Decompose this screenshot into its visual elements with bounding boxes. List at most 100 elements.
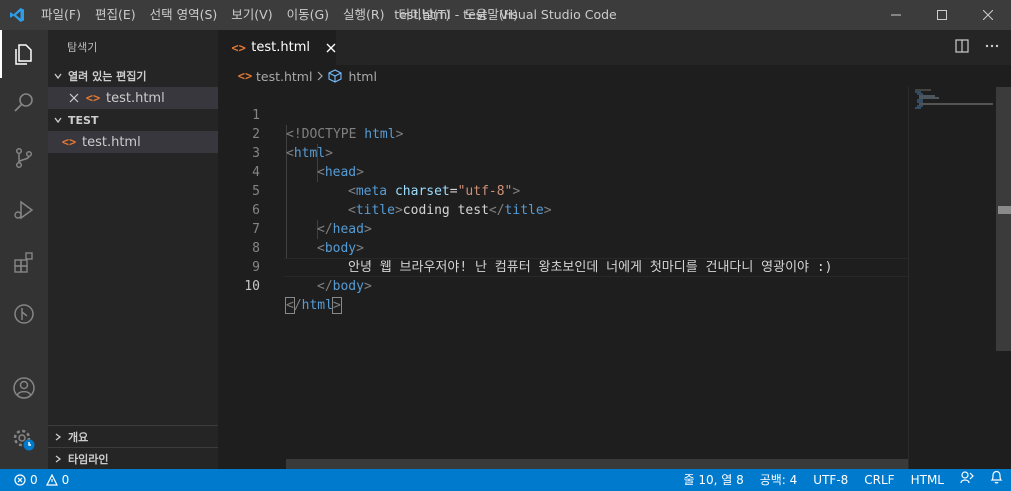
extensions-icon [14, 252, 33, 273]
source-control-button[interactable] [0, 134, 48, 182]
more-actions-button[interactable] [985, 39, 999, 57]
outline-label: 개요 [68, 431, 89, 444]
open-editors-label: 열려 있는 편집기 [68, 70, 147, 83]
feedback-button[interactable] [952, 469, 982, 491]
code-line: 7 <body> [218, 201, 908, 256]
maximize-button[interactable] [919, 0, 965, 30]
title-bar: 파일(F) 편집(E) 선택 영역(S) 보기(V) 이동(G) 실행(R) 터… [0, 0, 1011, 30]
split-editor-button[interactable] [955, 38, 969, 57]
source-control-icon [15, 147, 33, 169]
folder-label: TEST [68, 113, 99, 127]
notifications-button[interactable] [982, 469, 1011, 491]
code-line: 9 </body> [218, 239, 908, 294]
breadcrumb-file[interactable]: test.html [256, 69, 312, 84]
minimap[interactable] [908, 87, 996, 469]
code-line: 3 <head> [218, 125, 908, 180]
html-file-icon: <> [61, 135, 77, 149]
close-icon [326, 43, 336, 52]
minimize-button[interactable] [873, 0, 919, 30]
code-line: 5 <title>coding test</title> [218, 163, 908, 218]
code-line: 2 <html> [218, 106, 908, 161]
minimize-icon [891, 14, 901, 16]
file-tree-item[interactable]: <> test.html [48, 131, 218, 153]
tab-label: test.html [251, 40, 310, 55]
menu-bar: 파일(F) 편집(E) 선택 영역(S) 보기(V) 이동(G) 실행(R) 터… [34, 0, 525, 30]
warning-count: 0 [61, 473, 70, 487]
menu-go[interactable]: 이동(G) [280, 0, 336, 30]
warning-icon [45, 474, 58, 486]
account-button[interactable] [0, 364, 48, 412]
line-ending[interactable]: CRLF [856, 469, 902, 491]
error-icon [14, 474, 26, 486]
explorer-button[interactable] [0, 30, 48, 78]
menu-file[interactable]: 파일(F) [34, 0, 88, 30]
symbol-cube-icon [328, 69, 343, 83]
code-line: 1 <!DOCTYPE html> [218, 87, 908, 142]
active-indicator [0, 30, 2, 78]
timeline-header[interactable]: 타임라인 [48, 448, 218, 470]
outline-section: 개요 [48, 425, 218, 448]
timeline-label: 타임라인 [68, 453, 109, 466]
tab-close-button[interactable] [326, 43, 336, 53]
error-count: 0 [30, 473, 38, 487]
menu-terminal[interactable]: 터미널(T) [392, 0, 458, 30]
close-editor-button[interactable] [64, 93, 84, 103]
language-mode[interactable]: HTML [903, 469, 952, 491]
editor-actions [955, 30, 999, 65]
manage-gear-icon [13, 429, 35, 451]
chevron-down-icon [48, 115, 68, 125]
account-icon [13, 377, 35, 399]
menu-run[interactable]: 실행(R) [336, 0, 391, 30]
indentation[interactable]: 공백: 4 [752, 469, 806, 491]
close-icon [69, 93, 79, 103]
split-editor-icon [955, 38, 969, 53]
breadcrumb: <> test.html html [218, 65, 1011, 87]
chevron-down-icon [48, 71, 68, 81]
menu-edit[interactable]: 편집(E) [88, 0, 143, 30]
search-button[interactable] [0, 78, 48, 126]
status-right: 줄 10, 열 8 공백: 4 UTF-8 CRLF HTML [675, 469, 1011, 491]
folder-header[interactable]: TEST [48, 109, 218, 131]
open-editor-item[interactable]: <> test.html [48, 87, 218, 109]
html-file-icon: <> [85, 91, 101, 105]
cursor-position[interactable]: 줄 10, 열 8 [675, 469, 751, 491]
code-line: 10 </html> [218, 258, 908, 314]
explorer-sidebar: 탐색기 열려 있는 편집기 <> test.html TEST <> test.… [48, 30, 218, 469]
open-editor-filename: test.html [106, 90, 165, 106]
close-window-button[interactable] [965, 0, 1011, 30]
run-debug-icon [14, 200, 34, 220]
status-bar: 0 0 줄 10, 열 8 공백: 4 UTF-8 CRLF HTML [0, 469, 1011, 491]
menu-selection[interactable]: 선택 영역(S) [143, 0, 225, 30]
activity-bar [0, 30, 48, 469]
more-icon [985, 44, 999, 47]
scrollbar-cursor-marker [998, 206, 1011, 214]
run-debug-button[interactable] [0, 186, 48, 234]
menu-help[interactable]: 도움말(H) [457, 0, 525, 30]
chevron-right-icon [48, 454, 68, 464]
code-editor[interactable]: 1 <!DOCTYPE html> 2 <html> 3 <head> 4 <m… [218, 87, 1011, 469]
explorer-icon [15, 44, 32, 65]
html-close-tag: html [301, 298, 333, 313]
minimap-preview [915, 89, 993, 109]
vertical-scrollbar[interactable] [996, 87, 1011, 351]
editor-tab[interactable]: <> test.html [218, 30, 336, 65]
html-file-icon: <> [231, 40, 246, 55]
close-icon [983, 10, 993, 20]
timeline-git-button[interactable] [0, 290, 48, 338]
problems-indicator[interactable]: 0 0 [0, 473, 69, 487]
editor-tab-bar: <> test.html [218, 30, 1011, 65]
encoding[interactable]: UTF-8 [805, 469, 856, 491]
window-controls [873, 0, 1011, 30]
horizontal-scrollbar[interactable] [286, 459, 908, 469]
code-line: 8 안녕 웹 브라우저야! 난 컴퓨터 왕초보인데 너에게 첫마디를 건내다니 … [218, 220, 908, 275]
breadcrumb-symbol[interactable]: html [348, 69, 376, 84]
manage-button[interactable] [0, 416, 48, 464]
extensions-button[interactable] [0, 238, 48, 286]
line-number: 10 [244, 279, 260, 294]
menu-view[interactable]: 보기(V) [224, 0, 279, 30]
open-editors-header[interactable]: 열려 있는 편집기 [48, 65, 218, 87]
outline-header[interactable]: 개요 [48, 426, 218, 448]
vscode-logo-icon [0, 0, 34, 30]
code-line: 6 </head> [218, 182, 908, 237]
search-icon [14, 93, 33, 112]
